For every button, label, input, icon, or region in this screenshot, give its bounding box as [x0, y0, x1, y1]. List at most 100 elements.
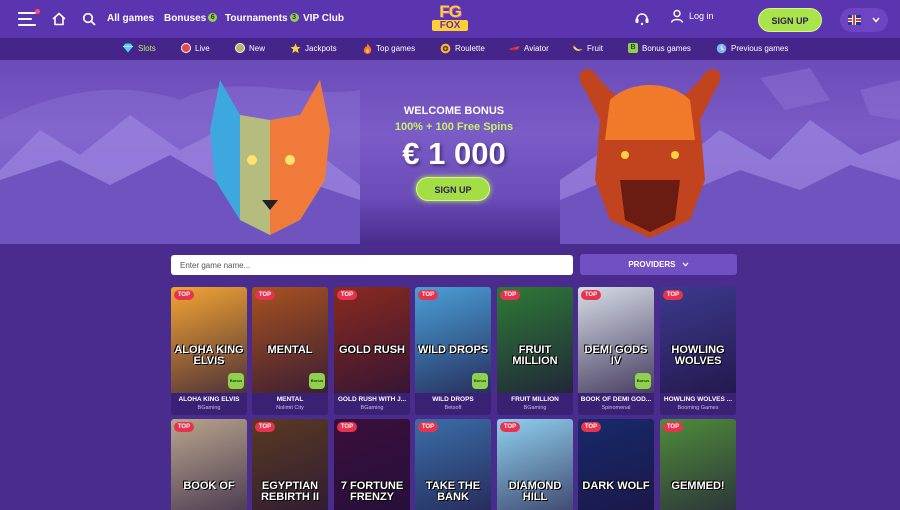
- hero-banner: WELCOME BONUS 100% + 100 Free Spins € 1 …: [0, 60, 900, 244]
- game-thumbnail-title: ALOHA KING ELVIS: [174, 344, 244, 367]
- game-thumbnail: [497, 287, 573, 393]
- top-header: All games Bonuses 6 Tournaments 3 VIP Club…: [0, 0, 900, 38]
- game-name: HOWLING WOLVES ...: [663, 396, 733, 403]
- category-previous-games-label: Previous games: [731, 44, 789, 53]
- game-provider: Betsoft: [444, 405, 462, 411]
- top-badge: TOP: [174, 422, 194, 432]
- category-bonus-games[interactable]: B Bonus games: [628, 43, 691, 53]
- game-tile[interactable]: FRUIT MILLION TOP FRUIT MILLION BGaming: [497, 287, 573, 415]
- nav-all-games-label: All games: [107, 13, 155, 24]
- game-info: ALOHA KING ELVIS BGaming: [171, 393, 247, 415]
- bonus-b-icon: B: [628, 43, 638, 53]
- uk-flag-icon: [848, 15, 861, 25]
- game-thumbnail-title: DEMI GODS IV: [584, 344, 648, 367]
- star-icon: [290, 43, 301, 54]
- game-thumbnail: [660, 287, 736, 393]
- logo-line2: FOX: [432, 20, 468, 31]
- hero-bonus-amount: € 1 000: [402, 136, 506, 171]
- history-icon: [716, 43, 727, 54]
- search-icon[interactable]: [82, 12, 96, 26]
- game-thumbnail-title: GEMMED!: [671, 480, 725, 492]
- category-top-games[interactable]: Top games: [363, 43, 415, 54]
- category-jackpots-label: Jackpots: [305, 44, 337, 53]
- top-badge: TOP: [418, 290, 438, 300]
- game-name: MENTAL: [276, 396, 304, 403]
- top-badge: TOP: [174, 290, 194, 300]
- category-bar: Slots Live New Jackpots Top games Roulet…: [0, 38, 900, 60]
- bonus-badge: Bonus: [309, 373, 325, 389]
- top-badge: TOP: [255, 422, 275, 432]
- nav-bonuses[interactable]: Bonuses 6: [164, 13, 218, 24]
- game-tile[interactable]: DIAMOND HILL TOP: [497, 419, 573, 510]
- game-thumbnail-title: EGYPTIAN REBIRTH II: [260, 480, 320, 503]
- nav-all-games[interactable]: All games: [107, 13, 154, 24]
- game-name: ALOHA KING ELVIS: [178, 396, 240, 403]
- header-signup-button[interactable]: SIGN UP: [758, 8, 822, 32]
- chevron-down-icon: [682, 262, 689, 268]
- nav-vip-club[interactable]: VIP Club: [303, 13, 344, 24]
- category-new[interactable]: New: [235, 43, 265, 53]
- category-slots-label: Slots: [138, 43, 156, 53]
- game-provider: Spinomenal: [601, 405, 631, 411]
- providers-dropdown[interactable]: PROVIDERS: [580, 254, 737, 275]
- login-label: Log in: [689, 11, 714, 21]
- game-tile[interactable]: DEMI GODS IV TOP Bonus BOOK OF DEMI GOD... S…: [578, 287, 654, 415]
- hero-title: WELCOME BONUS: [403, 105, 505, 117]
- game-tile[interactable]: 7 FORTUNE FRENZY TOP: [334, 419, 410, 510]
- game-search-input[interactable]: [171, 255, 573, 275]
- game-thumbnail: [660, 419, 736, 510]
- language-selector[interactable]: [840, 8, 888, 32]
- providers-label: PROVIDERS: [628, 260, 676, 269]
- game-thumbnail-title: HOWLING WOLVES: [671, 344, 725, 367]
- game-thumbnail-title: DARK WOLF: [582, 480, 650, 492]
- menu-icon[interactable]: [18, 9, 40, 26]
- game-tile[interactable]: MENTAL TOP Bonus MENTAL Nolimit City: [252, 287, 328, 415]
- site-logo[interactable]: FG FOX: [432, 3, 468, 35]
- header-signup-label: SIGN UP: [771, 16, 809, 26]
- game-tile[interactable]: ALOHA KING ELVIS TOP Bonus ALOHA KING ELVIS…: [171, 287, 247, 415]
- hero-signup-label: SIGN UP: [434, 185, 472, 195]
- top-badge: TOP: [337, 290, 357, 300]
- fire-icon: [363, 43, 372, 54]
- game-tile[interactable]: EGYPTIAN REBIRTH II TOP: [252, 419, 328, 510]
- game-thumbnail-title: GOLD RUSH: [339, 344, 405, 356]
- game-thumbnail-title: TAKE THE BANK: [425, 480, 481, 503]
- hero-signup-button[interactable]: SIGN UP: [416, 177, 490, 201]
- category-fruit[interactable]: Fruit: [572, 43, 603, 53]
- game-tile[interactable]: BOOK OF TOP: [171, 419, 247, 510]
- category-bonus-games-label: Bonus games: [642, 43, 691, 53]
- home-icon[interactable]: [52, 12, 66, 26]
- category-live[interactable]: Live: [181, 43, 210, 53]
- live-ball-icon: [181, 43, 191, 53]
- login-button[interactable]: Log in: [670, 9, 714, 23]
- game-name: GOLD RUSH WITH J...: [337, 396, 407, 403]
- game-tile[interactable]: WILD DROPS TOP Bonus WILD DROPS Betsoft: [415, 287, 491, 415]
- category-roulette-label: Roulette: [455, 44, 485, 53]
- user-icon: [670, 9, 684, 23]
- game-name: FRUIT MILLION: [511, 396, 559, 403]
- category-live-label: Live: [195, 43, 210, 53]
- game-provider: BGaming: [360, 405, 384, 411]
- support-chat-icon[interactable]: [634, 11, 650, 27]
- game-tile[interactable]: GOLD RUSH TOP GOLD RUSH WITH J... BGaming: [334, 287, 410, 415]
- game-tile[interactable]: GEMMED! TOP: [660, 419, 736, 510]
- category-slots[interactable]: Slots: [122, 43, 156, 53]
- game-tile[interactable]: DARK WOLF TOP: [578, 419, 654, 510]
- game-provider: BGaming: [197, 405, 221, 411]
- game-provider: Nolimit City: [276, 405, 304, 411]
- nav-tournaments-label: Tournaments: [225, 13, 288, 24]
- category-roulette[interactable]: Roulette: [440, 43, 485, 54]
- nav-tournaments[interactable]: Tournaments 3: [225, 13, 299, 24]
- game-tile[interactable]: TAKE THE BANK TOP: [415, 419, 491, 510]
- top-badge: TOP: [663, 290, 683, 300]
- logo-line1: FG: [439, 2, 462, 21]
- category-previous-games[interactable]: Previous games: [716, 43, 788, 54]
- nav-vip-club-label: VIP Club: [303, 13, 344, 24]
- game-tile[interactable]: HOWLING WOLVES TOP HOWLING WOLVES ... Boomi…: [660, 287, 736, 415]
- new-badge-icon: [235, 43, 245, 53]
- category-jackpots[interactable]: Jackpots: [290, 43, 337, 54]
- category-aviator[interactable]: Aviator: [508, 43, 549, 53]
- diamond-icon: [123, 43, 133, 53]
- chevron-down-icon: [872, 17, 880, 23]
- bonus-badge: Bonus: [635, 373, 651, 389]
